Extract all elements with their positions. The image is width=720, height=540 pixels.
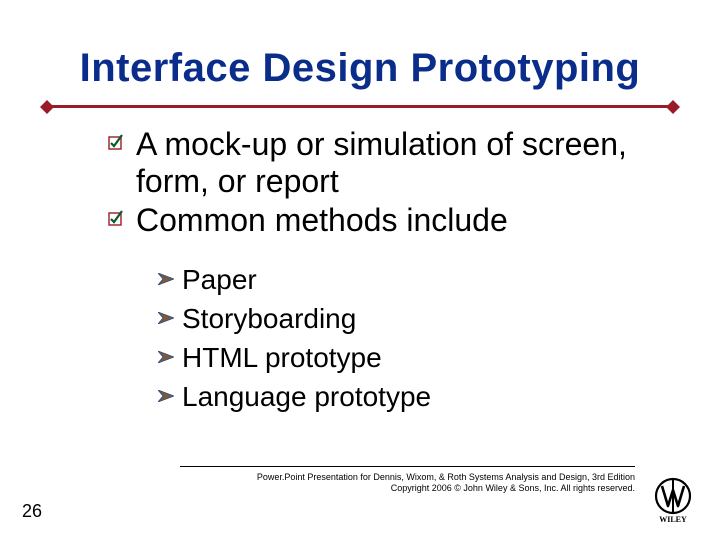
- list-item: Paper: [158, 262, 658, 297]
- list-item: HTML prototype: [158, 340, 658, 375]
- arrow-right-icon: [666, 100, 680, 114]
- credits-line-1: Power.Point Presentation for Dennis, Wix…: [180, 472, 635, 483]
- list-item-text: Paper: [182, 262, 257, 297]
- arrowhead-icon: [158, 350, 176, 368]
- list-item-text: Storyboarding: [182, 301, 356, 336]
- list-item: Language prototype: [158, 379, 658, 414]
- arrowhead-icon: [158, 311, 176, 329]
- svg-text:WILEY: WILEY: [659, 515, 687, 524]
- checkbox-icon: [108, 210, 130, 231]
- list-item: A mock-up or simulation of screen, form,…: [108, 126, 668, 200]
- credits-line-2: Copyright 2006 © John Wiley & Sons, Inc.…: [180, 483, 635, 494]
- list-item: Storyboarding: [158, 301, 658, 336]
- page-number: 26: [22, 501, 42, 522]
- footer-credits: Power.Point Presentation for Dennis, Wix…: [180, 472, 635, 495]
- arrowhead-icon: [158, 272, 176, 290]
- checkbox-icon: [108, 134, 130, 155]
- bullet-list-level2: Paper Storyboarding HTML prototype Langu…: [158, 262, 658, 418]
- footer-divider: [180, 466, 635, 467]
- bullet-list-level1: A mock-up or simulation of screen, form,…: [108, 126, 668, 240]
- arrowhead-icon: [158, 389, 176, 407]
- title-underline: [40, 100, 680, 114]
- wiley-logo-icon: WILEY: [648, 474, 698, 524]
- list-item-text: Language prototype: [182, 379, 431, 414]
- slide-title: Interface Design Prototyping: [0, 46, 720, 91]
- list-item-text: Common methods include: [136, 202, 508, 239]
- list-item: Common methods include: [108, 202, 668, 239]
- underline-bar: [50, 105, 670, 108]
- list-item-text: A mock-up or simulation of screen, form,…: [136, 126, 668, 200]
- list-item-text: HTML prototype: [182, 340, 382, 375]
- arrow-left-icon: [40, 100, 54, 114]
